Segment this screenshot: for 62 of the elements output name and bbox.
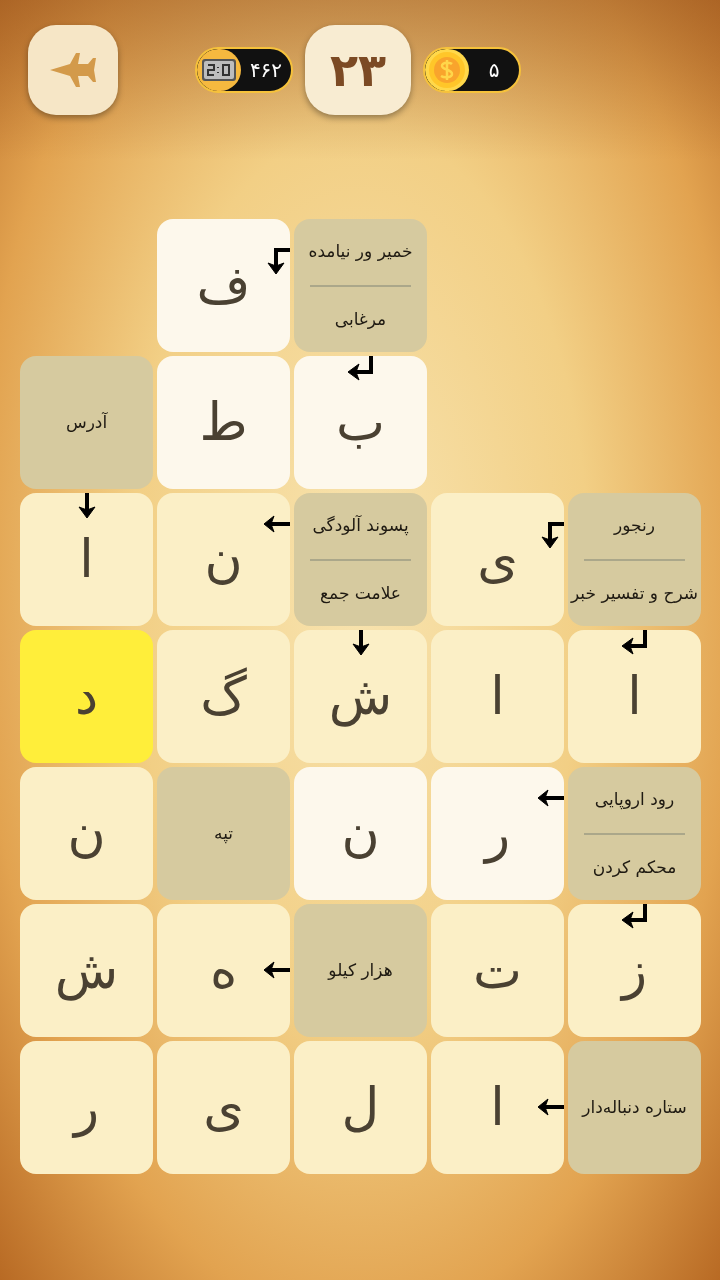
clue-text: رود اروپایی [594,788,675,812]
clue-text: علامت جمع [320,581,401,606]
letter-cell[interactable]: ز [568,904,701,1037]
cell-letter: ز [618,938,649,1003]
letter-cell[interactable]: ا [431,630,564,763]
letter-cell[interactable]: د [20,630,153,763]
letter-cell[interactable]: ط [157,356,290,489]
timer-value: ۴۶۲ [248,57,284,84]
coins-value: ۵ [487,57,501,84]
cell-letter: ن [66,801,107,865]
cell-letter: ه [208,938,239,1002]
cell-letter: ب [335,390,386,454]
letter-cell[interactable]: ت [431,904,564,1037]
letter-cell[interactable]: ن [294,767,427,900]
letter-cell[interactable]: ف [157,219,290,352]
cell-letter: ر [70,1075,101,1140]
scoreboard-icon [202,59,236,81]
cell-letter: ط [198,390,249,454]
back-button[interactable] [28,25,118,115]
cell-letter: گ [199,664,248,728]
cell-letter: ش [53,938,120,1003]
clue-text: تپه [214,821,233,846]
letter-cell[interactable]: گ [157,630,290,763]
letter-cell[interactable]: ش [294,630,427,763]
letter-cell[interactable]: ن [157,493,290,626]
coin-icon [428,51,466,89]
cell-letter: ن [203,527,244,591]
letter-cell[interactable]: ب [294,356,427,489]
cell-letter: ی [476,527,519,591]
cell-letter: ا [489,664,506,728]
letter-cell[interactable]: ا [431,1041,564,1174]
level-number: ۲۳ [329,41,387,99]
letter-cell[interactable]: ی [431,493,564,626]
cell-letter: ل [340,1075,381,1139]
clue-text: پسوند آلودگی [312,514,409,538]
clue-text: محکم کردن [592,855,677,879]
cell-letter: ر [481,801,512,866]
clue-text: ستاره دنباله‌دار [582,1095,687,1119]
clue-text: هزار کیلو [328,958,393,982]
letter-cell[interactable]: ر [431,767,564,900]
cell-letter: ا [489,1075,506,1139]
letter-cell[interactable]: ه [157,904,290,1037]
letter-cell[interactable]: ش [20,904,153,1037]
cell-letter: د [73,664,100,728]
cell-letter: ا [626,664,643,728]
cell-letter: ا [78,527,95,591]
clue-text: آدرس [65,410,108,434]
letter-cell[interactable]: ا [568,630,701,763]
clue-text: شرح و تفسیر خبر [570,581,698,606]
letter-cell[interactable]: ی [157,1041,290,1174]
clue-text: رنجور [614,514,655,537]
clue-text: خمیر ور نیامده [308,240,413,263]
letter-cell[interactable]: ر [20,1041,153,1174]
cell-letter: ش [327,664,394,729]
cell-letter: ی [202,1075,245,1139]
cell-letter: ف [195,253,252,317]
letter-cell[interactable]: ل [294,1041,427,1174]
cell-letter: ن [340,801,381,865]
letter-cell[interactable]: ن [20,767,153,900]
cell-letter: ت [472,938,523,1002]
letter-cell[interactable]: ا [20,493,153,626]
clue-text: مرغابی [334,307,387,331]
